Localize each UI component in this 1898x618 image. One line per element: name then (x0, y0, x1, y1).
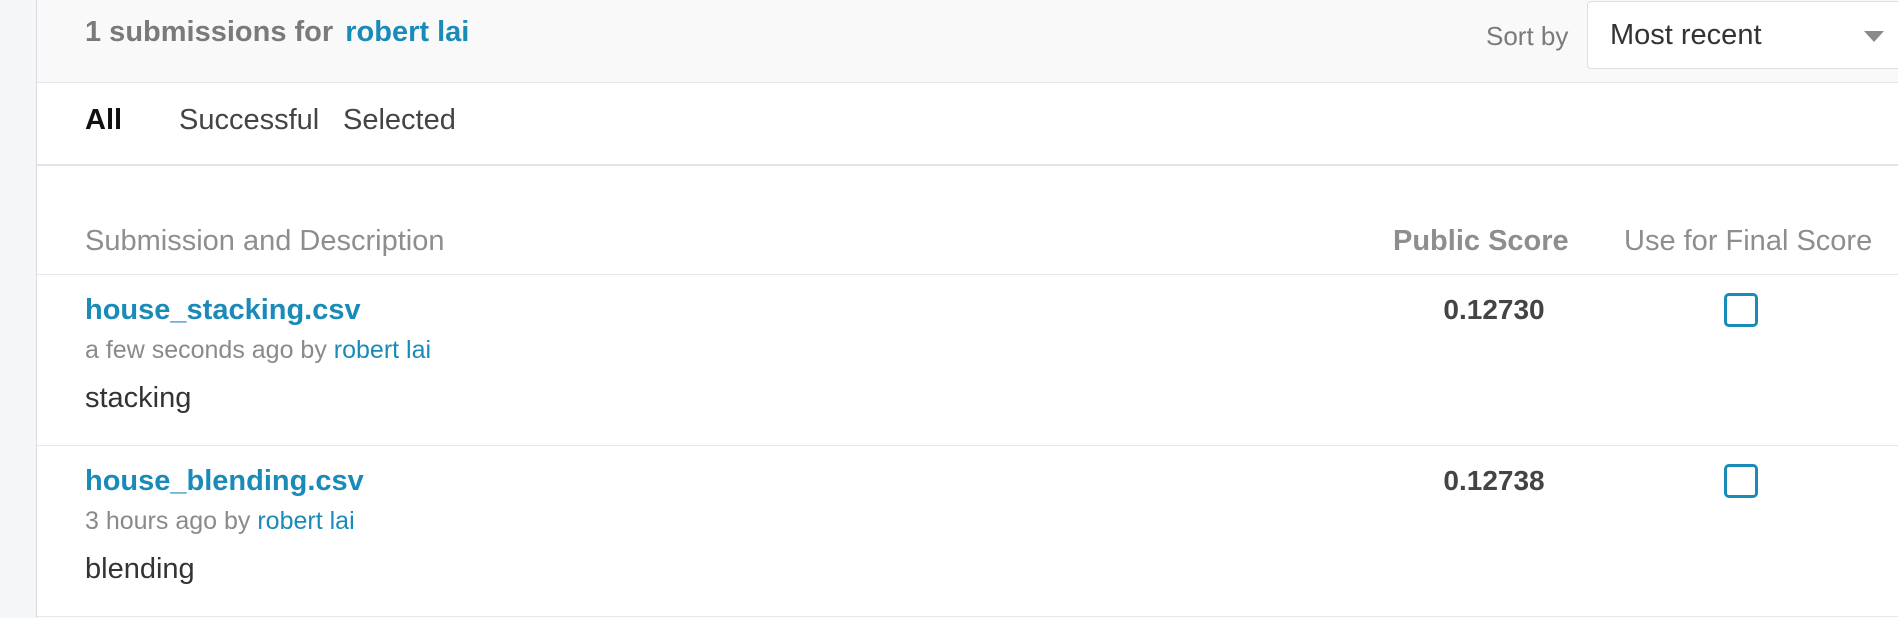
tab-successful[interactable]: Successful (179, 104, 319, 137)
submissions-panel: 1 submissions for robert lai Sort by Mos… (36, 0, 1898, 618)
final-score-checkbox[interactable] (1724, 464, 1758, 498)
public-score: 0.12730 (1443, 294, 1545, 325)
tab-all[interactable]: All (85, 104, 122, 137)
submission-meta: 3 hours ago by robert lai (85, 507, 355, 536)
tab-selected[interactable]: Selected (343, 104, 456, 137)
submission-user-link[interactable]: robert lai (257, 507, 354, 535)
column-header-final-score: Use for Final Score (1624, 225, 1873, 257)
sort-by-label: Sort by (1486, 21, 1569, 51)
column-header-submission: Submission and Description (85, 225, 445, 257)
page: 1 submissions for robert lai Sort by Mos… (0, 0, 1898, 618)
table-row: house_blending.csv 3 hours ago by robert… (37, 446, 1898, 617)
public-score: 0.12738 (1443, 465, 1545, 496)
chevron-down-icon (1864, 31, 1884, 42)
submission-meta: a few seconds ago by robert lai (85, 336, 431, 365)
submission-user-link[interactable]: robert lai (334, 336, 431, 364)
sort-select-value: Most recent (1610, 19, 1762, 51)
column-header-public-score[interactable]: Public Score (1393, 225, 1569, 258)
submission-time: 3 hours ago by (85, 507, 251, 535)
final-score-checkbox[interactable] (1724, 293, 1758, 327)
table-row: house_stacking.csv a few seconds ago by … (37, 275, 1898, 446)
submissions-header: 1 submissions for robert lai Sort by Mos… (37, 0, 1898, 83)
submissions-count-text: 1 submissions for (85, 16, 334, 48)
filter-tabs: All Successful Selected (37, 83, 1898, 166)
submission-description: stacking (85, 382, 192, 414)
submission-file-link[interactable]: house_stacking.csv (85, 294, 361, 327)
submission-description: blending (85, 553, 195, 585)
sort-select[interactable]: Most recent (1587, 1, 1898, 69)
submitter-name-link[interactable]: robert lai (345, 16, 469, 48)
submission-time: a few seconds ago by (85, 336, 327, 364)
submission-file-link[interactable]: house_blending.csv (85, 465, 364, 498)
submissions-count-title: 1 submissions for robert lai (85, 16, 469, 49)
